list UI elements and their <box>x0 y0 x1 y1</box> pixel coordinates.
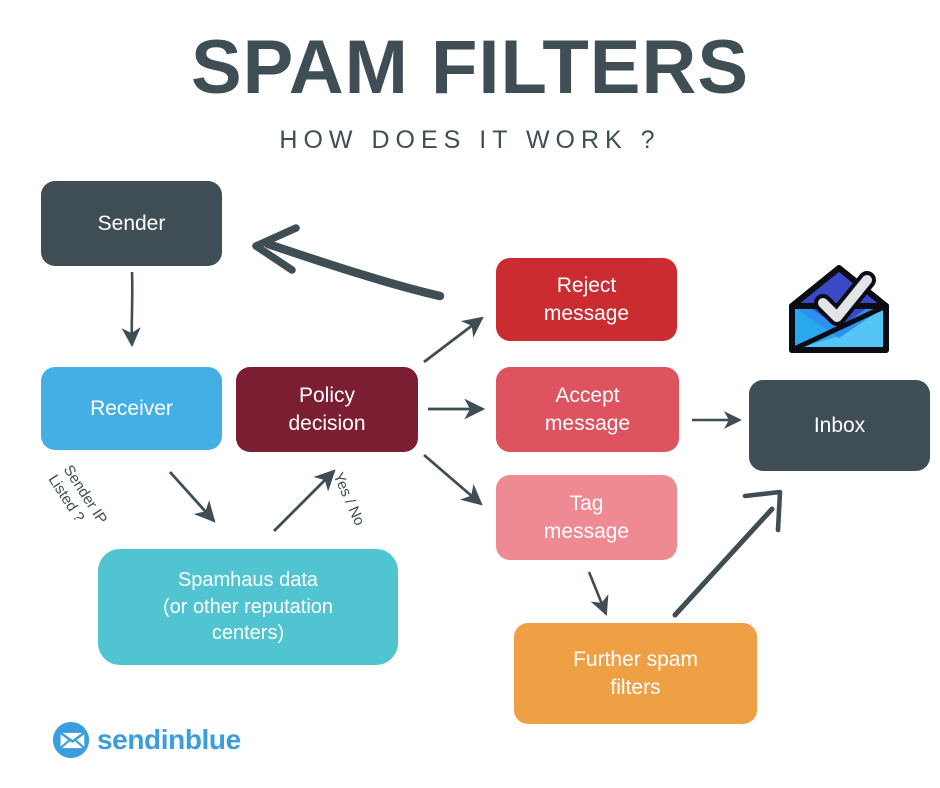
node-spamhaus-line3: centers) <box>211 622 285 645</box>
sendinblue-logo-text: sendinblue <box>97 724 241 755</box>
node-reject-line1: Reject <box>556 273 617 297</box>
sendinblue-envelope-logo-icon <box>52 721 90 759</box>
node-tag-line2: message <box>543 519 630 543</box>
node-inbox[interactable]: Inbox <box>749 380 930 471</box>
node-reject-text: Reject message <box>504 272 669 327</box>
node-spamhaus-data[interactable]: Spamhaus data (or other reputation cente… <box>98 549 398 665</box>
arrow-receiver-to-spamhaus <box>168 471 216 523</box>
arrow-further-to-inbox <box>672 506 775 618</box>
arrow-policy-to-reject <box>423 316 484 364</box>
arrow-spamhaus-to-policy <box>273 469 336 532</box>
node-receiver[interactable]: Receiver <box>41 367 222 450</box>
envelope-check-icon <box>789 265 889 353</box>
node-further-line2: filters <box>610 675 661 699</box>
node-accept-message[interactable]: Accept message <box>496 367 679 452</box>
node-accept-line2: message <box>544 411 631 435</box>
node-accept-line1: Accept <box>555 383 620 407</box>
node-sender-label: Sender <box>97 211 166 235</box>
node-spamhaus-text: Spamhaus data (or other reputation cente… <box>106 567 390 646</box>
node-receiver-label: Receiver <box>90 396 173 420</box>
infographic-canvas: SPAM FILTERS HOW DOES IT WORK ? Sender R… <box>0 0 940 788</box>
node-tag-message[interactable]: Tag message <box>496 475 677 560</box>
node-reject-line2: message <box>543 301 630 325</box>
node-policy-text: Policy decision <box>244 382 410 437</box>
node-spamhaus-line1: Spamhaus data <box>177 569 319 592</box>
node-sender[interactable]: Sender <box>41 181 222 266</box>
node-further-line1: Further spam <box>573 647 698 671</box>
arrow-policy-to-tag <box>423 453 483 506</box>
node-further-spam-filters[interactable]: Further spam filters <box>514 623 757 724</box>
node-further-text: Further spam filters <box>522 646 749 701</box>
arrow-sender-to-receiver <box>121 271 141 348</box>
node-policy-line1: Policy <box>298 383 356 407</box>
arrow-further-to-inbox-head <box>742 489 783 533</box>
node-tag-text: Tag message <box>504 490 669 545</box>
arrow-tag-to-further <box>587 571 609 616</box>
node-reject-message[interactable]: Reject message <box>496 258 677 341</box>
node-policy-line2: decision <box>288 411 366 435</box>
sendinblue-logo[interactable]: sendinblue <box>52 721 241 759</box>
node-policy-decision[interactable]: Policy decision <box>236 367 418 452</box>
node-inbox-label: Inbox <box>813 413 866 437</box>
node-spamhaus-line2: (or other reputation <box>162 595 334 618</box>
node-accept-text: Accept message <box>504 382 671 437</box>
node-tag-line1: Tag <box>569 491 604 515</box>
